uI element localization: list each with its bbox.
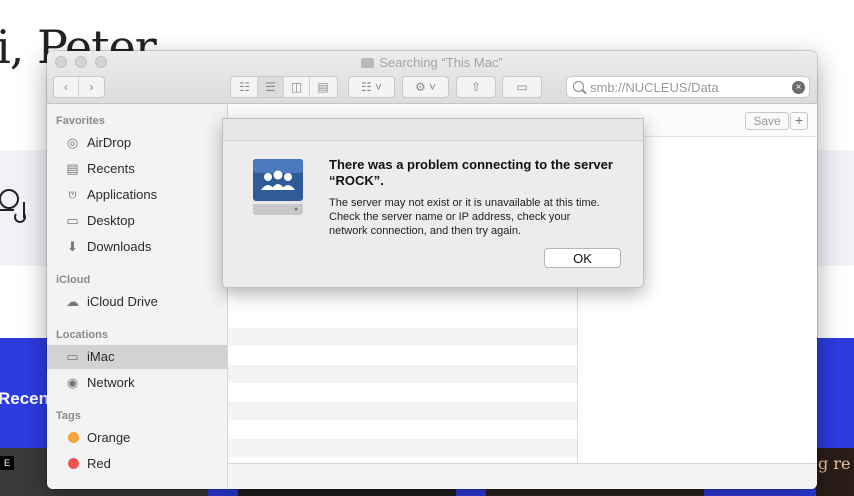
logo-icon	[0, 189, 26, 223]
connection-error-dialog: There was a problem connecting to the se…	[222, 118, 644, 288]
network-icon: ◉	[66, 375, 79, 390]
favorites-header: Favorites	[56, 115, 105, 127]
downloads-icon: ⬇	[67, 239, 78, 254]
cloud-icon: ☁	[66, 294, 79, 309]
thumbnail-caption: g re	[818, 454, 851, 473]
ok-button[interactable]: OK	[544, 248, 621, 268]
sidebar-item-recents[interactable]: ▤ Recents	[47, 157, 227, 181]
imac-icon: ▭	[66, 349, 79, 364]
search-input[interactable]: smb://NUCLEUS/Data	[590, 80, 719, 95]
gallery-view-button[interactable]: ▤	[310, 77, 336, 97]
sidebar-item-icloud-drive[interactable]: ☁ iCloud Drive	[47, 290, 227, 314]
orange-tag-dot	[68, 432, 79, 443]
red-tag-dot	[68, 458, 79, 469]
list-row	[228, 439, 577, 457]
sidebar-item-tag-red[interactable]: Red	[47, 452, 227, 476]
dialog-title: There was a problem connecting to the se…	[329, 157, 613, 188]
sidebar-item-desktop[interactable]: ▭ Desktop	[47, 209, 227, 233]
locations-header: Locations	[56, 329, 108, 341]
icon-view-button[interactable]: ☷	[232, 77, 258, 97]
share-button[interactable]: ⇧	[456, 76, 496, 98]
tag-button[interactable]: ▭	[502, 76, 542, 98]
recents-icon: ▤	[66, 161, 79, 176]
folder-icon	[361, 58, 375, 68]
status-bar	[228, 463, 817, 489]
list-view-button[interactable]: ☰	[258, 77, 284, 97]
applications-icon: ⩅	[68, 187, 77, 202]
sidebar-item-network[interactable]: ◉ Network	[47, 371, 227, 395]
action-gear-button[interactable]: ⚙ ˅	[402, 76, 449, 98]
add-criteria-button[interactable]: +	[790, 112, 808, 130]
sidebar-item-tag-orange[interactable]: Orange	[47, 426, 227, 450]
forward-button[interactable]: ›	[79, 77, 104, 97]
sidebar: Favorites ◎ AirDrop ▤ Recents ⩅ Application…	[47, 104, 228, 489]
airdrop-icon: ◎	[66, 135, 79, 150]
dialog-message: The server may not exist or it is unavai…	[329, 197, 600, 237]
list-row	[228, 365, 577, 383]
toolbar: Searching “This Mac” ‹ › ☷ ☰ ◫ ▤ ☷ ˅ ⚙ ˅ ⇧ ▭…	[47, 51, 817, 104]
back-forward-control[interactable]: ‹ ›	[53, 76, 105, 98]
search-field[interactable]: smb://NUCLEUS/Data ×	[566, 76, 810, 98]
badge: E	[0, 456, 14, 470]
sheet-header	[223, 119, 643, 141]
sidebar-item-downloads[interactable]: ⬇ Downloads	[47, 235, 227, 259]
search-icon	[573, 81, 584, 92]
view-mode-control[interactable]: ☷ ☰ ◫ ▤	[230, 76, 338, 98]
clear-search-button[interactable]: ×	[792, 81, 805, 94]
sidebar-item-applications[interactable]: ⩅ Applications	[47, 183, 227, 207]
list-row	[228, 402, 577, 420]
list-row	[228, 328, 577, 346]
desktop-icon: ▭	[66, 213, 79, 228]
sidebar-item-airdrop[interactable]: ◎ AirDrop	[47, 131, 227, 155]
back-button[interactable]: ‹	[54, 77, 79, 97]
group-button[interactable]: ☷ ˅	[348, 76, 395, 98]
network-server-icon	[253, 159, 303, 215]
save-search-button[interactable]: Save	[745, 112, 789, 130]
sidebar-item-imac[interactable]: ▭ iMac	[47, 345, 227, 369]
tags-header: Tags	[56, 410, 81, 422]
icloud-header: iCloud	[56, 274, 91, 286]
window-title: Searching “This Mac”	[47, 55, 817, 70]
column-view-button[interactable]: ◫	[284, 77, 310, 97]
